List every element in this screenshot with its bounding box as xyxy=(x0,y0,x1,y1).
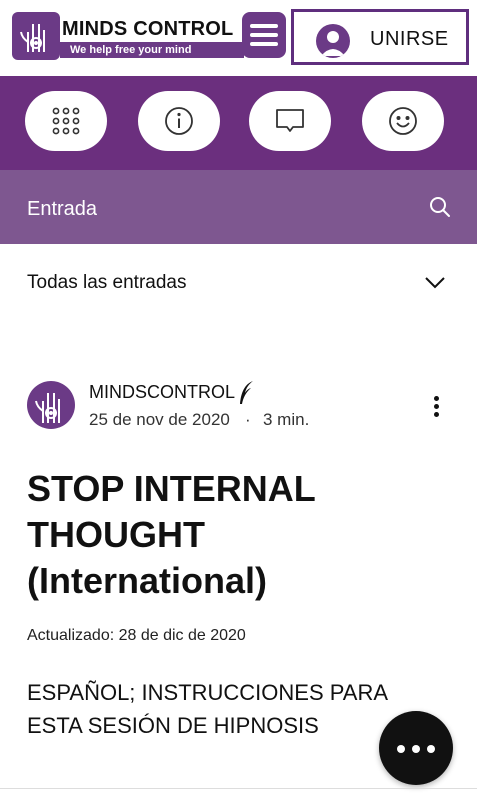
author-avatar[interactable] xyxy=(27,381,75,429)
more-horizontal-icon xyxy=(427,745,435,753)
more-horizontal-icon xyxy=(397,745,405,753)
quill-icon xyxy=(240,381,253,404)
category-filter-dropdown[interactable]: Todas las entradas xyxy=(0,244,477,322)
post-more-options-button[interactable] xyxy=(426,392,448,422)
hamburger-icon xyxy=(250,33,278,37)
section-title[interactable]: Entrada xyxy=(27,198,97,221)
join-button[interactable]: UNIRSE xyxy=(291,9,469,65)
post-title: STOP INTERNAL THOUGHT (International) xyxy=(27,468,316,601)
hamburger-icon xyxy=(250,42,278,46)
nav-pill-chat[interactable] xyxy=(249,91,331,151)
more-vertical-icon xyxy=(434,404,439,409)
more-vertical-icon xyxy=(434,396,439,401)
user-avatar-icon xyxy=(316,24,350,58)
post-updated-date: Actualizado: 28 de dic de 2020 xyxy=(27,627,246,644)
hand-eye-logo-icon xyxy=(12,12,60,60)
join-label: UNIRSE xyxy=(370,28,449,50)
brand-tagline: We help free your mind xyxy=(60,42,244,58)
author-name[interactable]: MINDSCONTROL xyxy=(89,382,235,403)
hamburger-menu-button[interactable] xyxy=(242,12,286,58)
chevron-down-icon xyxy=(425,277,445,289)
read-time: 3 min. xyxy=(263,410,310,429)
site-header: MINDS CONTROL We help free your mind UNI… xyxy=(0,0,477,76)
post-date: 25 de nov de 2020 xyxy=(89,410,230,429)
more-vertical-icon xyxy=(434,412,439,417)
blog-section-bar: Entrada xyxy=(0,170,477,244)
quick-nav-bar xyxy=(0,76,477,170)
smiley-icon xyxy=(389,107,417,135)
apps-grid-icon xyxy=(52,107,80,135)
nav-pill-smiley[interactable] xyxy=(362,91,444,151)
more-horizontal-icon xyxy=(412,745,420,753)
chat-icon xyxy=(276,109,304,132)
filter-selected-label: Todas las entradas xyxy=(27,272,187,293)
hamburger-icon xyxy=(250,24,278,28)
divider xyxy=(0,788,477,789)
search-icon[interactable] xyxy=(428,195,452,219)
nav-pill-info[interactable] xyxy=(138,91,220,151)
floating-action-button[interactable] xyxy=(379,711,453,785)
meta-separator: · xyxy=(245,410,251,429)
info-icon xyxy=(165,107,193,135)
brand-logo[interactable]: MINDS CONTROL We help free your mind xyxy=(12,12,244,62)
nav-pill-apps[interactable] xyxy=(25,91,107,151)
brand-name: MINDS CONTROL xyxy=(62,18,234,40)
